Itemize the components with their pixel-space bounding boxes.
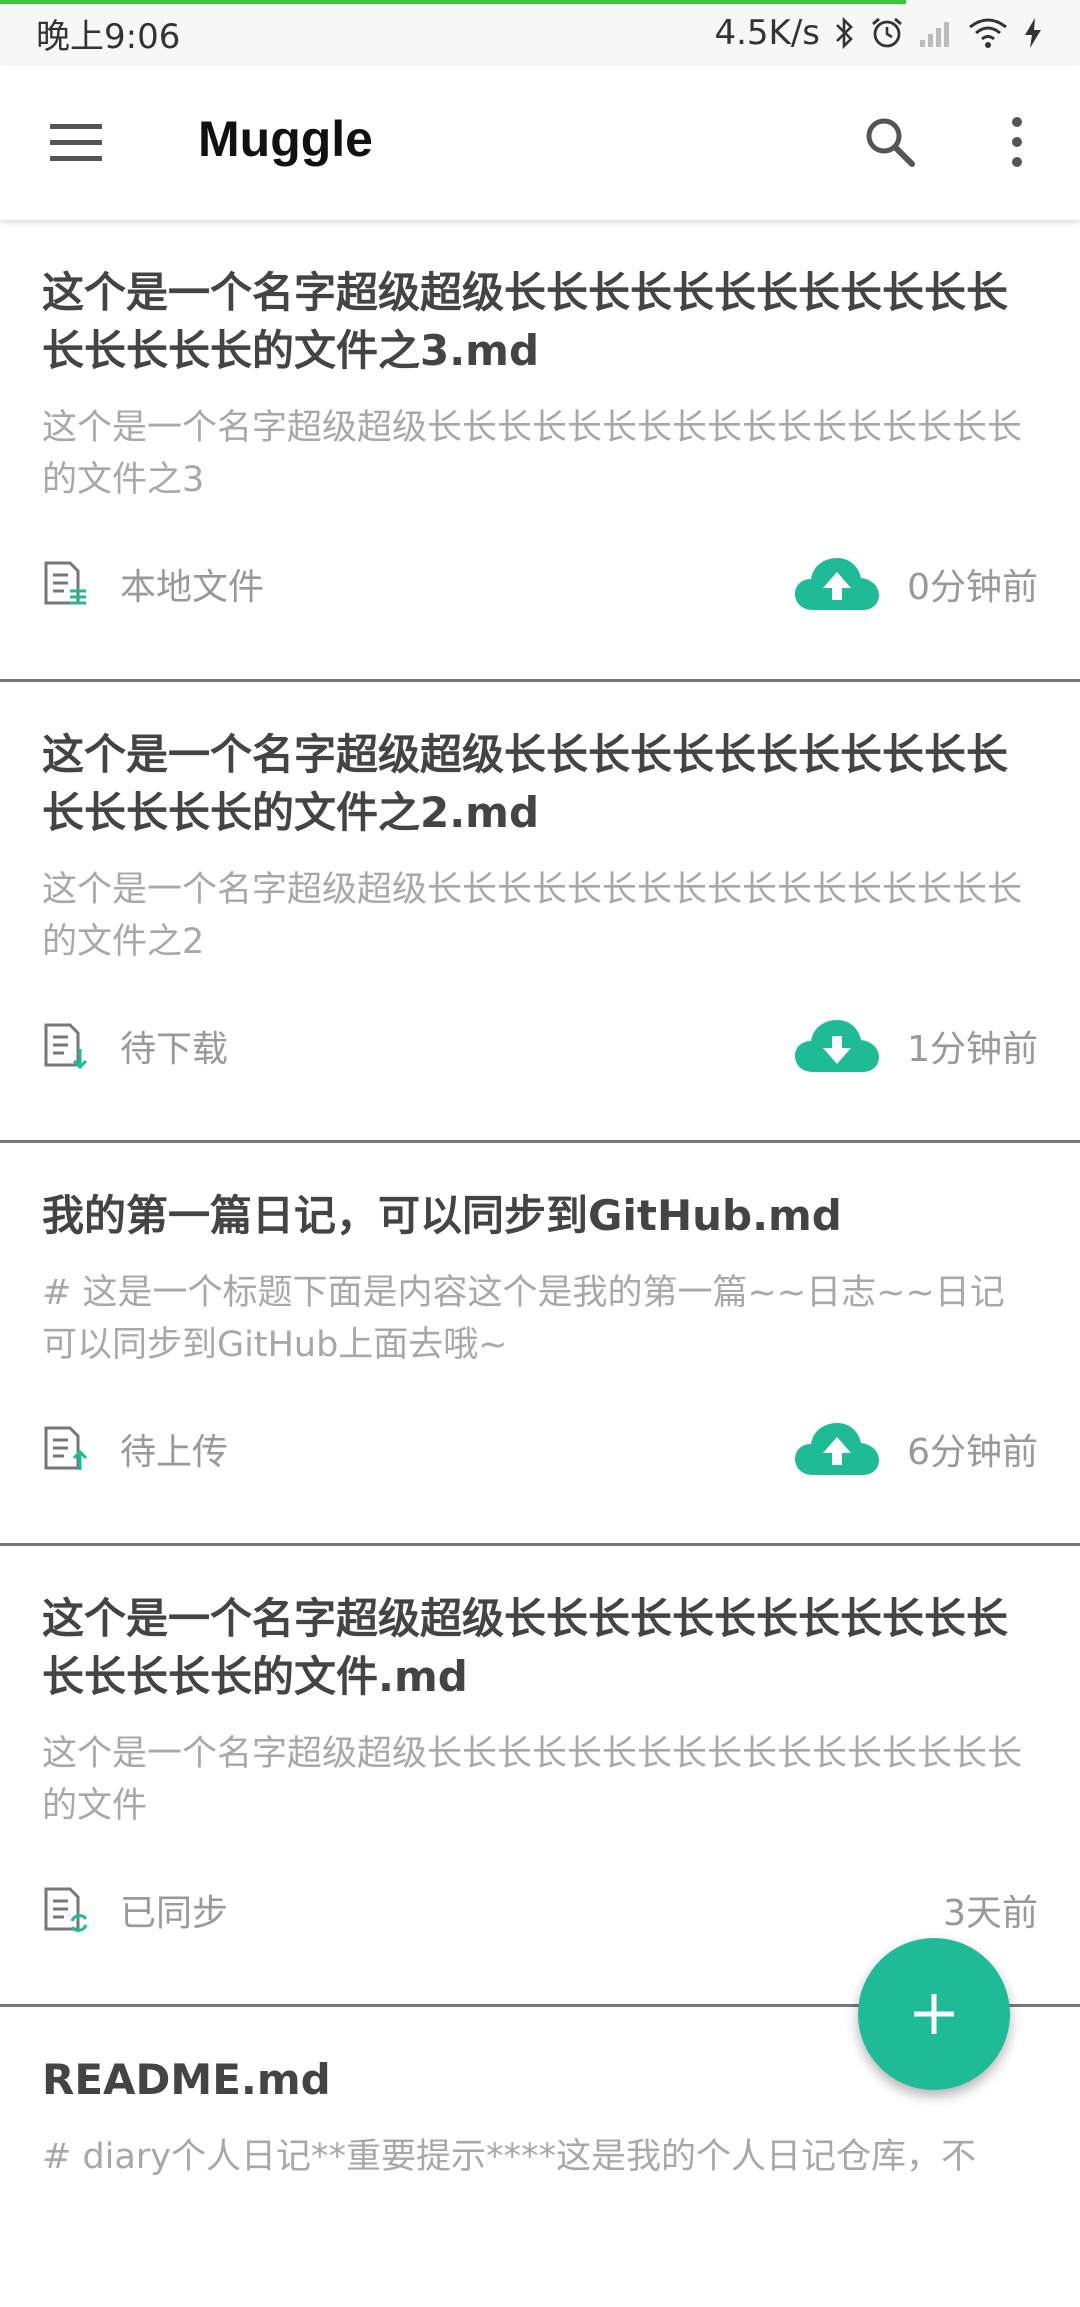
file-preview: 这个是一个名字超级超级长长长长长长长长长长长长长长长长长的文件之2	[42, 870, 1023, 962]
synced-file-icon	[44, 1887, 88, 1932]
file-preview: 这个是一个名字超级超级长长长长长长长长长长长长长长长长长的文件之3	[42, 408, 1023, 500]
menu-icon[interactable]	[50, 118, 106, 168]
cloud-upload-icon[interactable]	[795, 554, 880, 614]
file-title: 这个是一个名字超级超级长长长长长长长长长长长长长长长长长的文件之3.md	[42, 268, 1009, 375]
cloud-upload-icon[interactable]	[795, 1419, 880, 1479]
signal-icon	[920, 22, 949, 47]
pending-upload-file-icon	[44, 1426, 88, 1470]
file-preview: # diary个人日记**重要提示****这是我的个人日记仓库，不	[42, 2137, 976, 2177]
file-meta: 待上传 6分钟前	[42, 1409, 1038, 1489]
file-time: 1分钟前	[907, 1029, 1038, 1070]
file-item[interactable]: 这个是一个名字超级超级长长长长长长长长长长长长长长长长长的文件.md 这个是一个…	[0, 1546, 1080, 2007]
file-status: 已同步	[120, 1893, 229, 1934]
search-icon[interactable]	[862, 114, 918, 170]
cloud-download-icon[interactable]	[795, 1016, 880, 1076]
wifi-icon	[969, 18, 1007, 48]
charging-icon	[1025, 18, 1041, 48]
add-file-fab[interactable]	[858, 1938, 1010, 2090]
bluetooth-icon	[836, 16, 853, 50]
app-bar: Muggle	[0, 66, 1080, 220]
add-icon	[914, 1994, 954, 2034]
status-time: 晚上9:06	[36, 16, 181, 57]
file-time: 0分钟前	[907, 567, 1038, 608]
app-title: Muggle	[198, 111, 373, 167]
pending-download-file-icon	[44, 1023, 88, 1069]
file-title: 这个是一个名字超级超级长长长长长长长长长长长长长长长长长的文件之2.md	[42, 730, 1009, 837]
file-meta: 已同步 3天前	[42, 1870, 1038, 1950]
more-vert-icon[interactable]	[1002, 112, 1032, 172]
loading-progress-line	[0, 0, 906, 4]
status-icons: 4.5K/s	[714, 13, 1044, 53]
file-item[interactable]: 这个是一个名字超级超级长长长长长长长长长长长长长长长长长的文件之2.md 这个是…	[0, 682, 1080, 1143]
file-status: 待下载	[120, 1029, 229, 1070]
local-file-icon	[44, 561, 86, 605]
alarm-icon	[872, 17, 902, 48]
file-item[interactable]: 这个是一个名字超级超级长长长长长长长长长长长长长长长长长的文件之3.md 这个是…	[0, 220, 1080, 682]
file-preview: # 这是一个标题下面是内容这个是我的第一篇~~日志~~日记可以同步到GitHub…	[42, 1273, 1005, 1365]
file-status: 待上传	[120, 1432, 229, 1473]
file-title: 我的第一篇日记，可以同步到GitHub.md	[42, 1191, 842, 1240]
file-item[interactable]: 我的第一篇日记，可以同步到GitHub.md # 这是一个标题下面是内容这个是我…	[0, 1143, 1080, 1546]
file-meta: 本地文件 0分钟前	[42, 544, 1038, 624]
file-title: 这个是一个名字超级超级长长长长长长长长长长长长长长长长长的文件.md	[42, 1594, 1009, 1701]
file-time: 6分钟前	[907, 1432, 1038, 1473]
file-status: 本地文件	[120, 567, 265, 608]
status-bar: 晚上9:06 4.5K/s	[0, 0, 1080, 66]
network-speed: 4.5K/s	[714, 13, 820, 53]
file-preview: 这个是一个名字超级超级长长长长长长长长长长长长长长长长长的文件	[42, 1734, 1023, 1826]
file-meta: 待下载 1分钟前	[42, 1006, 1038, 1086]
file-time: 3天前	[943, 1893, 1038, 1934]
